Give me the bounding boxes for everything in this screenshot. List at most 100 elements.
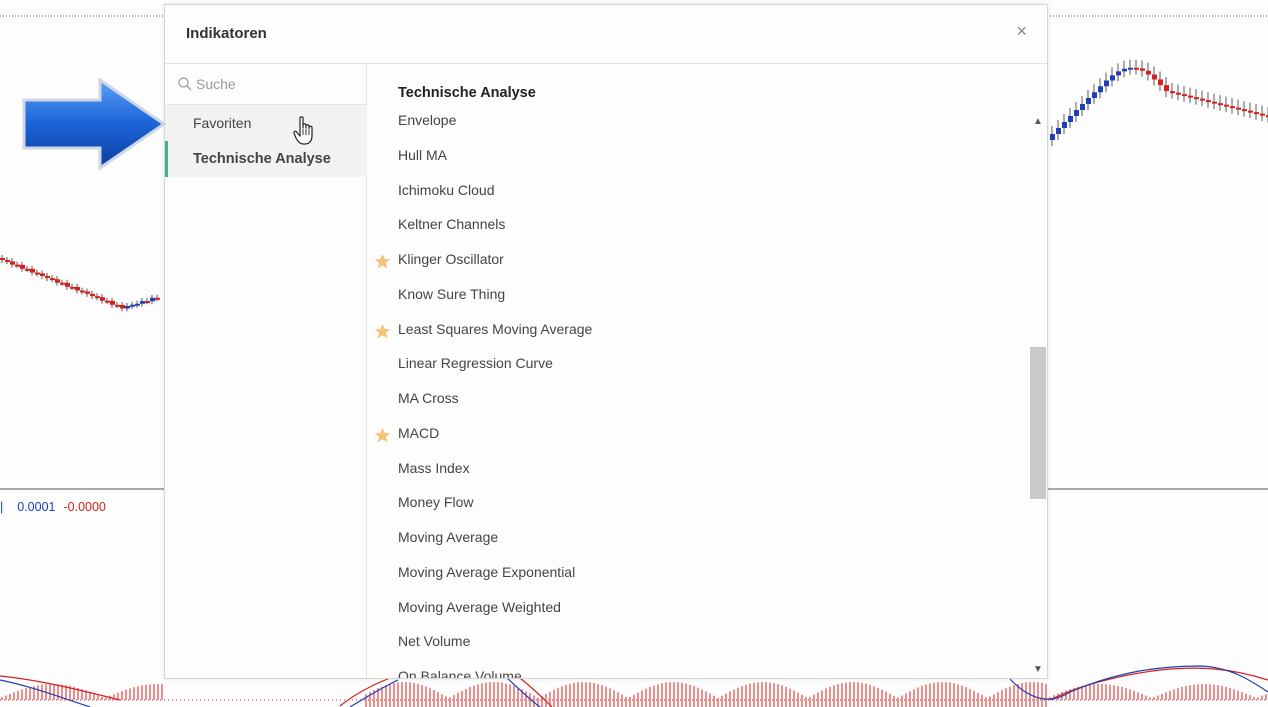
candle-body [5, 260, 10, 262]
candle-body [1254, 112, 1259, 115]
candle-body [1122, 68, 1127, 72]
close-button[interactable]: × [1016, 21, 1027, 41]
indicator-item[interactable]: Hull MA [367, 143, 1007, 177]
candle-body [1212, 101, 1217, 104]
indicator-item[interactable]: Linear Regression Curve [367, 351, 1007, 385]
indicator-label: Ichimoku Cloud [398, 181, 495, 198]
indicator-item[interactable]: Net Volume [367, 629, 1007, 663]
indicator-item[interactable]: Mass Index [367, 456, 1007, 490]
indicators-dialog: Indikatoren × Favoriten Technische Analy… [164, 4, 1048, 679]
scrollbar[interactable]: ▲ ▼ [1029, 109, 1047, 678]
candle-body [1140, 68, 1145, 71]
candle-body [90, 293, 95, 297]
candle-body [60, 282, 65, 285]
candle-body [1086, 98, 1091, 104]
candle-body [30, 268, 35, 273]
indicator-item[interactable]: Klinger Oscillator [367, 247, 1007, 281]
scroll-up-icon[interactable]: ▲ [1029, 115, 1047, 129]
candle-body [1056, 128, 1061, 134]
indicator-label: Net Volume [398, 633, 471, 650]
dialog-header: Indikatoren × [165, 5, 1047, 64]
indicator-label: Moving Average Weighted [398, 598, 561, 615]
favorite-star-icon[interactable] [374, 253, 391, 270]
candle-body [120, 304, 125, 309]
candle-body [100, 297, 105, 301]
candle-body [1224, 104, 1229, 107]
scroll-thumb[interactable] [1030, 347, 1046, 499]
indicator-item[interactable]: Money Flow [367, 490, 1007, 524]
indicator-item[interactable]: Least Squares Moving Average [367, 317, 1007, 351]
favorite-star-icon[interactable] [374, 323, 391, 340]
candle-body [50, 278, 55, 281]
candle-body [75, 286, 80, 291]
sidebar-item-favoriten[interactable]: Favoriten [165, 105, 367, 141]
search-box[interactable] [165, 63, 367, 105]
candle-body [105, 300, 110, 303]
indicator-content: Technische Analyse Envelope Hull MA Ichimo… [367, 63, 1047, 678]
indicator-item[interactable]: On Balance Volume [367, 664, 1007, 678]
candle-body [70, 286, 75, 289]
candle-body [1116, 71, 1121, 76]
candle-body [140, 301, 145, 304]
hand-cursor-icon [293, 116, 313, 145]
candle-body [1176, 92, 1181, 95]
indicator-label: Money Flow [398, 494, 474, 511]
indicator-item[interactable]: Envelope [367, 108, 1007, 142]
candle-body [1248, 110, 1253, 113]
macd-readout: | 0.0001 -0.0000 [0, 500, 106, 514]
indicator-label: On Balance Volume [398, 668, 522, 678]
search-input[interactable] [196, 74, 356, 94]
indicator-item[interactable]: Moving Average Weighted [367, 595, 1007, 629]
candle-body [1152, 74, 1157, 80]
candle-body [1158, 79, 1163, 86]
indicator-label: MA Cross [398, 390, 459, 406]
candles-right [1050, 59, 1268, 146]
candle-body [1188, 95, 1193, 98]
candle-body [1194, 97, 1199, 100]
indicator-label: Linear Regression Curve [398, 355, 553, 372]
indicator-label: Mass Index [398, 459, 470, 476]
candle-body [10, 261, 15, 265]
candle-body [1074, 110, 1079, 116]
indicator-item[interactable]: Know Sure Thing [367, 282, 1007, 316]
category-sidebar: Favoriten Technische Analyse [165, 63, 367, 678]
candle-body [85, 291, 90, 294]
macd-readout-divider: | [0, 500, 4, 514]
candle-body [1230, 106, 1235, 109]
candle-body [1182, 94, 1187, 97]
candle-body [130, 304, 135, 307]
candle-body [1110, 75, 1115, 81]
scroll-down-icon[interactable]: ▼ [1029, 663, 1047, 677]
favorite-star-icon[interactable] [374, 427, 391, 444]
candle-body [145, 301, 150, 304]
candle-body [1062, 122, 1067, 128]
macd-value-2: -0.0000 [63, 500, 106, 514]
candle-body [20, 264, 25, 269]
candle-body [55, 279, 60, 283]
candle-body [1134, 67, 1139, 70]
candle-body [35, 272, 40, 275]
candle-body [40, 273, 45, 276]
candle-body [1080, 104, 1085, 110]
candle-body [155, 297, 160, 300]
candle-body [0, 258, 5, 260]
indicator-item[interactable]: MACD [367, 421, 1007, 455]
indicator-item[interactable]: MA Cross [367, 386, 1007, 420]
candle-body [1206, 100, 1211, 103]
candle-body [125, 306, 130, 309]
sidebar-item-technische-analyse[interactable]: Technische Analyse [165, 141, 367, 177]
indicator-item[interactable]: Moving Average [367, 525, 1007, 559]
blue-arrow-pointer [22, 78, 167, 171]
indicator-label: Know Sure Thing [398, 285, 506, 302]
indicator-label: Envelope [398, 112, 457, 128]
candle-body [1170, 91, 1175, 94]
candle-body [150, 297, 155, 302]
candle-body [1092, 92, 1097, 98]
indicator-item[interactable]: Ichimoku Cloud [367, 178, 1007, 212]
candle-body [15, 264, 20, 267]
indicator-label: Hull MA [398, 146, 448, 163]
candle-body [1260, 113, 1265, 116]
indicator-item[interactable]: Moving Average Exponential [367, 560, 1007, 594]
indicator-label: Keltner Channels [398, 216, 506, 233]
indicator-item[interactable]: Keltner Channels [367, 212, 1007, 246]
